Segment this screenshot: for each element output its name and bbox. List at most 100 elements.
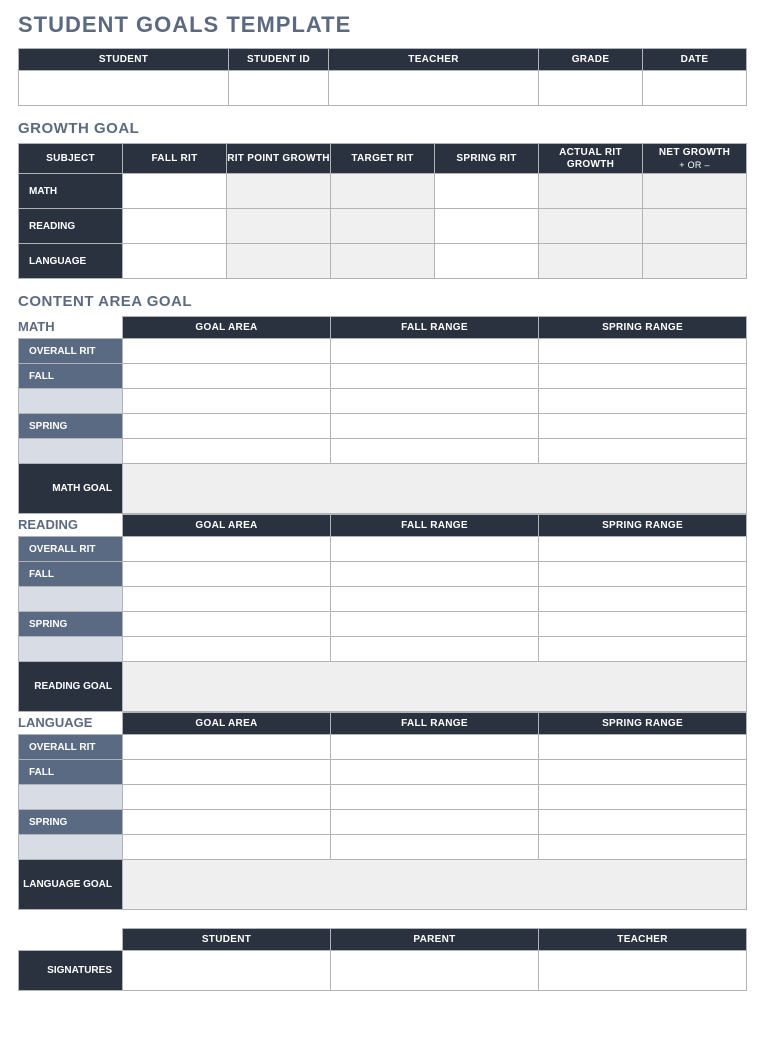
content-cell[interactable] xyxy=(331,339,539,364)
content-cell[interactable] xyxy=(123,760,331,785)
growth-header: ACTUAL RIT GROWTH xyxy=(539,144,643,174)
signature-parent-field[interactable] xyxy=(331,951,539,991)
student-id-field[interactable] xyxy=(229,71,329,106)
content-row: SPRING xyxy=(19,612,747,637)
fall-rit-field[interactable] xyxy=(123,244,227,279)
content-area-table: GOAL AREAFALL RANGESPRING RANGEOVERALL R… xyxy=(18,712,747,910)
content-cell[interactable] xyxy=(123,339,331,364)
content-cell[interactable] xyxy=(123,810,331,835)
content-cell[interactable] xyxy=(331,537,539,562)
target-rit-field[interactable] xyxy=(331,174,435,209)
content-cell[interactable] xyxy=(123,414,331,439)
content-cell[interactable] xyxy=(123,364,331,389)
date-field[interactable] xyxy=(643,71,747,106)
content-cell[interactable] xyxy=(539,785,747,810)
rit-point-growth-field[interactable] xyxy=(227,209,331,244)
content-cell[interactable] xyxy=(331,810,539,835)
content-row xyxy=(19,439,747,464)
content-cell[interactable] xyxy=(539,835,747,860)
content-cell[interactable] xyxy=(123,612,331,637)
content-cell[interactable] xyxy=(331,835,539,860)
actual-rit-growth-field[interactable] xyxy=(539,209,643,244)
content-cell[interactable] xyxy=(331,785,539,810)
net-growth-field[interactable] xyxy=(643,174,747,209)
content-row: OVERALL RIT xyxy=(19,735,747,760)
actual-rit-growth-field[interactable] xyxy=(539,244,643,279)
content-header: GOAL AREA xyxy=(123,317,331,339)
info-header: STUDENT ID xyxy=(229,49,329,71)
content-cell[interactable] xyxy=(123,735,331,760)
content-row-label: SPRING xyxy=(19,612,123,637)
content-cell[interactable] xyxy=(123,835,331,860)
content-row-label xyxy=(19,389,123,414)
content-cell[interactable] xyxy=(123,587,331,612)
content-goal-field[interactable] xyxy=(123,464,747,514)
content-cell[interactable] xyxy=(539,612,747,637)
content-cell[interactable] xyxy=(539,562,747,587)
content-cell[interactable] xyxy=(331,439,539,464)
content-area-title: CONTENT AREA GOAL xyxy=(18,293,748,310)
content-cell[interactable] xyxy=(539,760,747,785)
content-cell[interactable] xyxy=(331,562,539,587)
content-cell[interactable] xyxy=(539,414,747,439)
content-cell[interactable] xyxy=(123,562,331,587)
content-cell[interactable] xyxy=(331,364,539,389)
content-cell[interactable] xyxy=(539,587,747,612)
grade-field[interactable] xyxy=(539,71,643,106)
student-info-table: STUDENT STUDENT ID TEACHER GRADE DATE xyxy=(18,48,747,106)
fall-rit-field[interactable] xyxy=(123,209,227,244)
content-row-label: OVERALL RIT xyxy=(19,537,123,562)
content-cell[interactable] xyxy=(331,760,539,785)
content-row: FALL xyxy=(19,760,747,785)
rit-point-growth-field[interactable] xyxy=(227,174,331,209)
spring-rit-field[interactable] xyxy=(435,174,539,209)
content-row-label: OVERALL RIT xyxy=(19,339,123,364)
content-header: FALL RANGE xyxy=(331,317,539,339)
content-goal-field[interactable] xyxy=(123,860,747,910)
content-cell[interactable] xyxy=(331,612,539,637)
net-growth-field[interactable] xyxy=(643,244,747,279)
growth-row-language: LANGUAGE xyxy=(19,244,747,279)
content-cell[interactable] xyxy=(123,637,331,662)
actual-rit-growth-field[interactable] xyxy=(539,174,643,209)
content-row-label xyxy=(19,439,123,464)
content-cell[interactable] xyxy=(331,735,539,760)
target-rit-field[interactable] xyxy=(331,209,435,244)
content-cell[interactable] xyxy=(539,439,747,464)
content-cell[interactable] xyxy=(539,810,747,835)
content-cell[interactable] xyxy=(331,637,539,662)
content-cell[interactable] xyxy=(123,389,331,414)
teacher-field[interactable] xyxy=(329,71,539,106)
signature-teacher-field[interactable] xyxy=(539,951,747,991)
content-cell[interactable] xyxy=(539,389,747,414)
content-cell[interactable] xyxy=(539,637,747,662)
content-cell[interactable] xyxy=(539,537,747,562)
content-cell[interactable] xyxy=(123,439,331,464)
growth-goal-table: SUBJECT FALL RIT RIT POINT GROWTH TARGET… xyxy=(18,143,747,279)
content-cell[interactable] xyxy=(539,339,747,364)
content-cell[interactable] xyxy=(331,414,539,439)
content-cell[interactable] xyxy=(331,389,539,414)
content-subject-label: LANGUAGE xyxy=(18,712,118,734)
content-header: FALL RANGE xyxy=(331,713,539,735)
content-row xyxy=(19,785,747,810)
content-cell[interactable] xyxy=(123,785,331,810)
content-goal-label: MATH GOAL xyxy=(19,464,123,514)
target-rit-field[interactable] xyxy=(331,244,435,279)
spring-rit-field[interactable] xyxy=(435,209,539,244)
content-cell[interactable] xyxy=(539,735,747,760)
content-cell[interactable] xyxy=(123,537,331,562)
rit-point-growth-field[interactable] xyxy=(227,244,331,279)
spacer xyxy=(19,929,123,951)
content-cell[interactable] xyxy=(539,364,747,389)
student-field[interactable] xyxy=(19,71,229,106)
content-row: OVERALL RIT xyxy=(19,537,747,562)
signature-student-field[interactable] xyxy=(123,951,331,991)
content-goal-label: LANGUAGE GOAL xyxy=(19,860,123,910)
net-growth-field[interactable] xyxy=(643,209,747,244)
content-cell[interactable] xyxy=(331,587,539,612)
fall-rit-field[interactable] xyxy=(123,174,227,209)
content-area-table: GOAL AREAFALL RANGESPRING RANGEOVERALL R… xyxy=(18,514,747,712)
content-goal-field[interactable] xyxy=(123,662,747,712)
spring-rit-field[interactable] xyxy=(435,244,539,279)
